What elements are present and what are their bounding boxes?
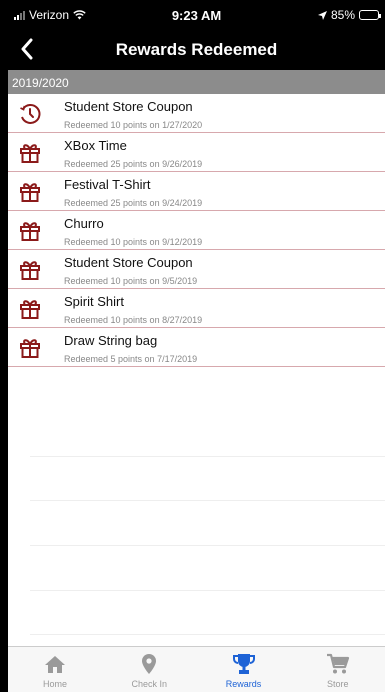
reward-title: Festival T-Shirt (64, 177, 151, 192)
gift-icon (19, 337, 41, 359)
empty-row-divider (30, 456, 385, 457)
tab-check-in[interactable]: Check In (102, 647, 196, 692)
reward-row[interactable]: XBox Time Redeemed 25 points on 9/26/201… (8, 133, 385, 172)
gift-icon (19, 259, 41, 281)
reward-row[interactable]: Draw String bag Redeemed 5 points on 7/1… (8, 328, 385, 367)
reward-row[interactable]: Spirit Shirt Redeemed 10 points on 8/27/… (8, 289, 385, 328)
home-icon (43, 653, 67, 675)
gift-icon (19, 142, 41, 164)
empty-row-divider (30, 590, 385, 591)
reward-title: Student Store Coupon (64, 99, 193, 114)
empty-row-divider (30, 545, 385, 546)
reward-title: Spirit Shirt (64, 294, 124, 309)
reward-row[interactable]: Festival T-Shirt Redeemed 25 points on 9… (8, 172, 385, 211)
tab-store[interactable]: Store (291, 647, 385, 692)
reward-subtitle: Redeemed 25 points on 9/26/2019 (64, 159, 203, 169)
status-bar: Verizon 9:23 AM 85% (8, 0, 385, 28)
page-title: Rewards Redeemed (115, 40, 278, 59)
section-header: 2019/2020 (8, 70, 385, 94)
reward-subtitle: Redeemed 25 points on 9/24/2019 (64, 198, 203, 208)
tab-label: Rewards (225, 679, 262, 689)
reward-title: Draw String bag (64, 333, 158, 348)
battery-percent: 85% (330, 8, 355, 22)
trophy-icon (232, 653, 256, 675)
tab-label: Store (326, 679, 349, 689)
map-pin-icon (137, 653, 161, 675)
empty-row-divider (30, 634, 385, 635)
tab-bar: Home Check In Rewards Store (8, 646, 385, 692)
app-screen: Verizon 9:23 AM 85% Rewards Redeemed 201… (8, 0, 385, 692)
empty-row-divider (30, 500, 385, 501)
reward-title: Student Store Coupon (64, 255, 193, 270)
status-right: 85% (317, 8, 381, 22)
cart-icon (326, 653, 350, 675)
tab-home[interactable]: Home (8, 647, 102, 692)
clock-icon (19, 103, 41, 125)
reward-subtitle: Redeemed 10 points on 1/27/2020 (64, 120, 203, 130)
battery-icon (359, 10, 381, 20)
reward-row[interactable]: Student Store Coupon Redeemed 10 points … (8, 250, 385, 289)
reward-row[interactable]: Churro Redeemed 10 points on 9/12/2019 (8, 211, 385, 250)
location-arrow-icon (317, 10, 327, 20)
tab-label: Check In (131, 679, 168, 689)
gift-icon (19, 220, 41, 242)
nav-bar: Rewards Redeemed (8, 28, 385, 70)
tab-label: Home (42, 679, 67, 689)
reward-subtitle: Redeemed 5 points on 7/17/2019 (64, 354, 198, 364)
reward-subtitle: Redeemed 10 points on 9/12/2019 (64, 237, 203, 247)
gift-icon (19, 181, 41, 203)
reward-row[interactable]: Student Store Coupon Redeemed 10 points … (8, 94, 385, 133)
reward-title: XBox Time (64, 138, 127, 153)
reward-subtitle: Redeemed 10 points on 9/5/2019 (64, 276, 198, 286)
gift-icon (19, 298, 41, 320)
tab-rewards[interactable]: Rewards (197, 647, 291, 692)
reward-subtitle: Redeemed 10 points on 8/27/2019 (64, 315, 203, 325)
rewards-list: Student Store Coupon Redeemed 10 points … (8, 94, 385, 367)
reward-title: Churro (64, 216, 104, 231)
